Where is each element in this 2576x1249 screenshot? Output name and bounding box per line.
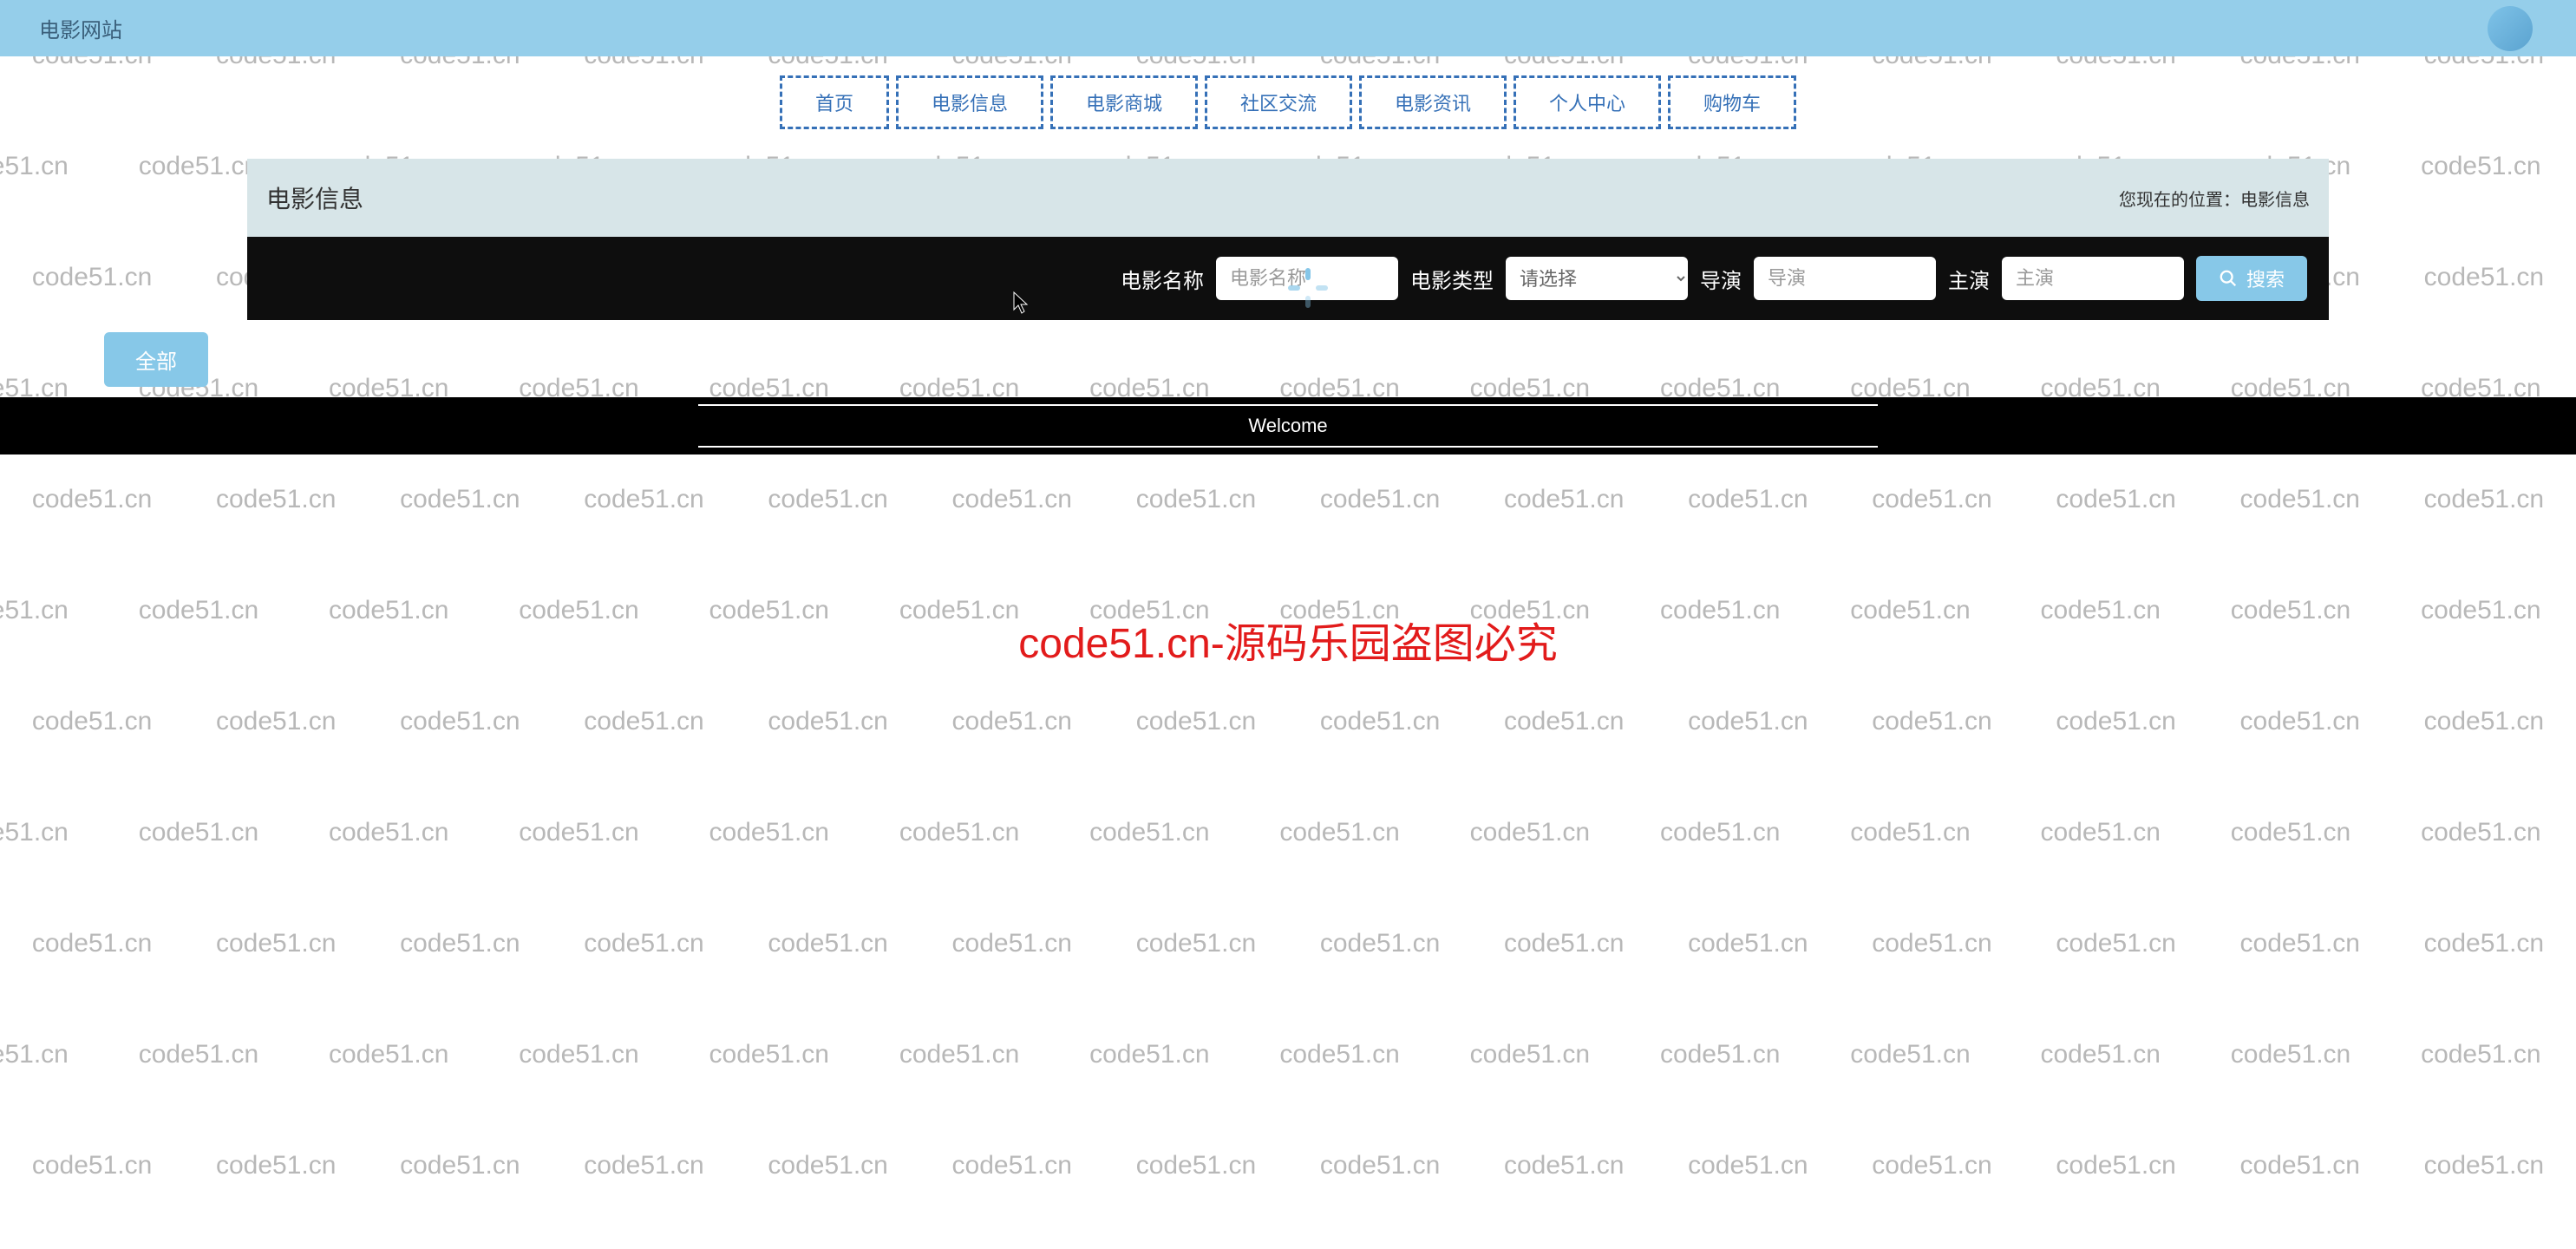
search-icon [2219,269,2238,288]
site-title: 电影网站 [39,13,122,43]
movie-type-label: 电影类型 [1410,264,1494,294]
page-container: 电影信息 您现在的位置：电影信息 电影名称 电影类型 请选择 导演 主演 搜索 [247,159,2329,320]
nav-movie-mall[interactable]: 电影商城 [1050,75,1198,129]
footer-welcome: Welcome [698,404,1878,448]
nav-user-center[interactable]: 个人中心 [1514,75,1661,129]
page-title: 电影信息 [266,180,363,215]
director-label: 导演 [1700,264,1742,294]
search-bar: 电影名称 电影类型 请选择 导演 主演 搜索 [247,237,2329,320]
center-watermark: code51.cn-源码乐园盗图必究 [1018,609,1558,670]
search-button-label: 搜索 [2246,265,2285,292]
filter-all-button[interactable]: 全部 [104,332,208,387]
director-input[interactable] [1754,257,1936,300]
header-bar: 电影网站 [0,0,2576,56]
avatar[interactable] [2488,6,2533,51]
nav-movie-info[interactable]: 电影信息 [896,75,1043,129]
breadcrumb: 您现在的位置：电影信息 [2119,186,2310,211]
movie-name-input[interactable] [1216,257,1398,300]
nav-news[interactable]: 电影资讯 [1359,75,1507,129]
actor-input[interactable] [2002,257,2184,300]
breadcrumb-prefix: 您现在的位置： [2119,191,2240,210]
main-nav: 首页 电影信息 电影商城 社区交流 电影资讯 个人中心 购物车 [0,56,2576,148]
movie-type-select[interactable]: 请选择 [1506,257,1688,300]
title-bar: 电影信息 您现在的位置：电影信息 [247,159,2329,237]
footer-band: Welcome [0,397,2576,454]
movie-name-label: 电影名称 [1121,264,1204,294]
actor-label: 主演 [1948,264,1990,294]
breadcrumb-current: 电影信息 [2240,191,2310,210]
search-button[interactable]: 搜索 [2196,256,2307,301]
filter-row: 全部 [0,332,2576,387]
nav-community[interactable]: 社区交流 [1205,75,1352,129]
nav-cart[interactable]: 购物车 [1668,75,1796,129]
nav-home[interactable]: 首页 [780,75,889,129]
